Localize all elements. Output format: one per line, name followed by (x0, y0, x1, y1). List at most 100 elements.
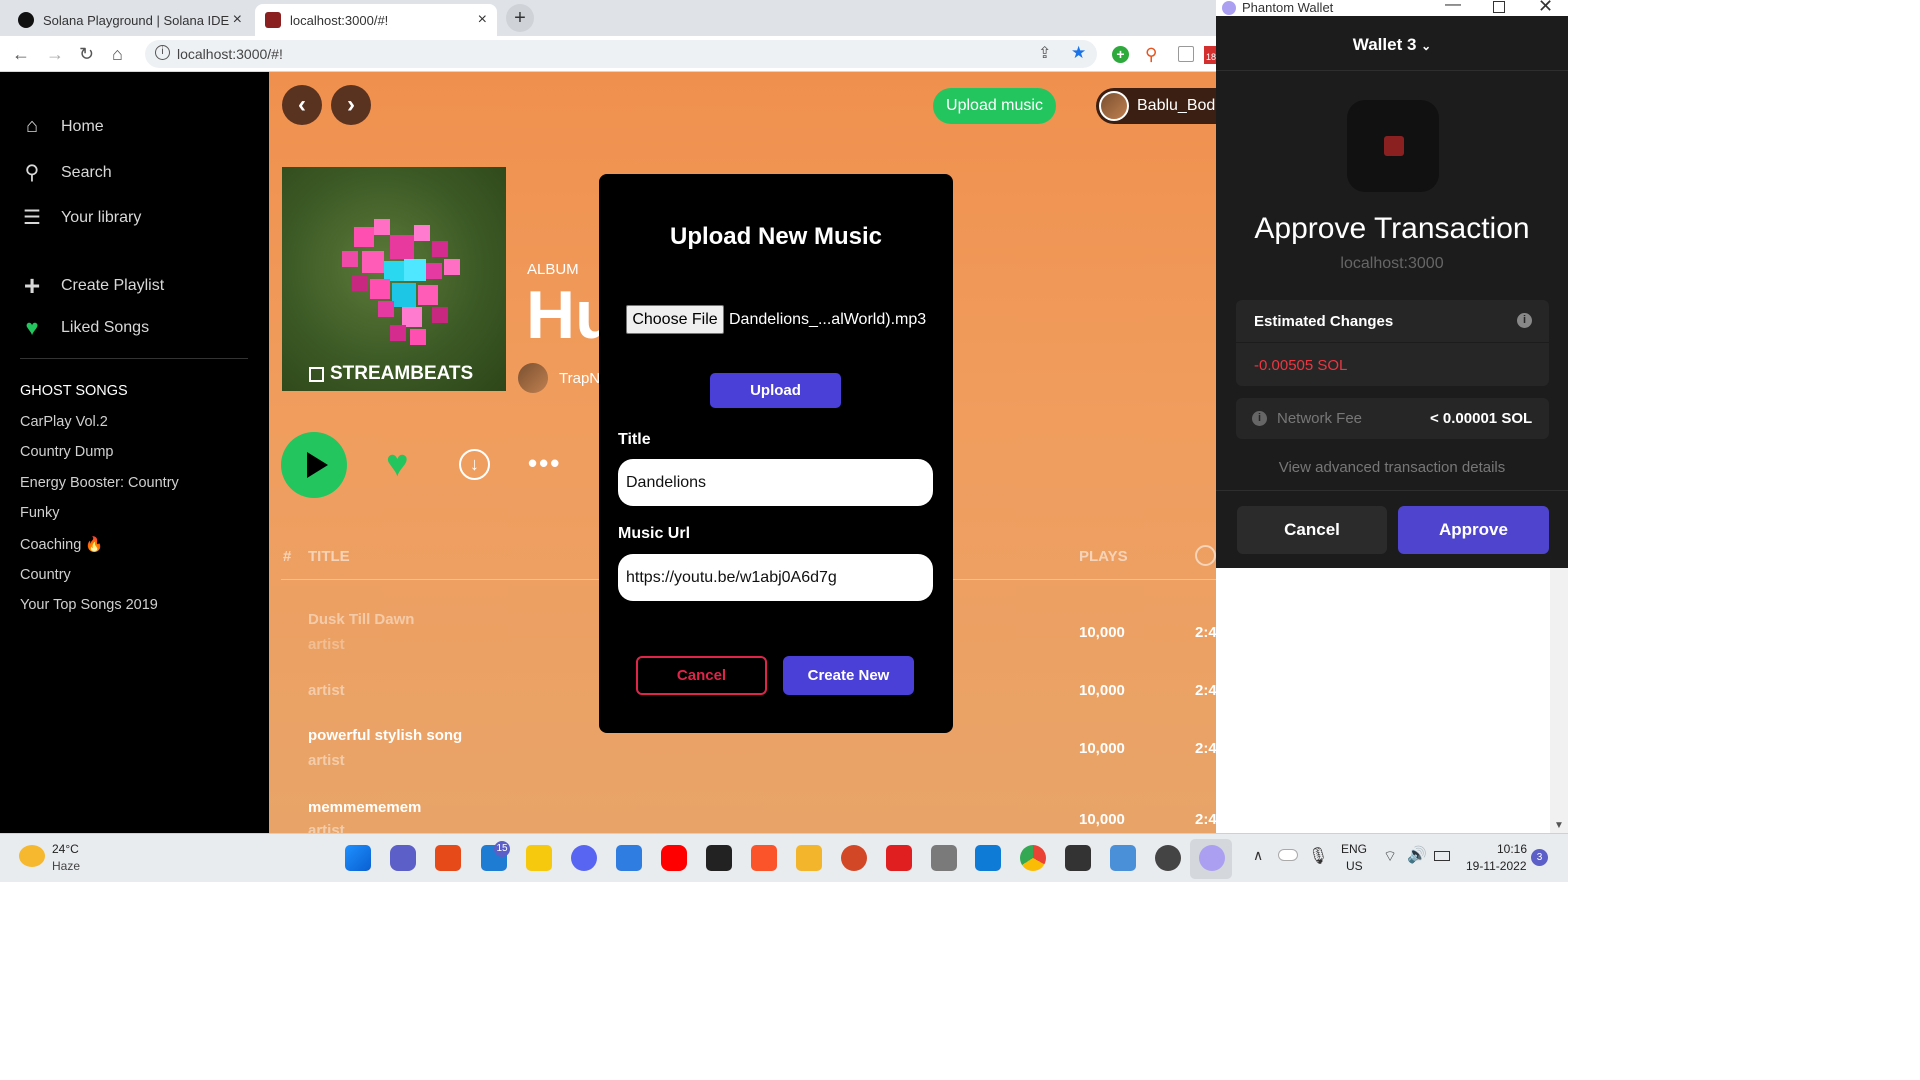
tab-solana-playground[interactable]: Solana Playground | Solana IDE × (8, 4, 252, 36)
acrobat-icon[interactable] (886, 845, 912, 871)
region[interactable]: US (1346, 859, 1363, 873)
music-url-input[interactable]: https://youtu.be/w1abj0A6d7g (618, 554, 933, 601)
calculator-icon[interactable] (931, 845, 957, 871)
scrollbar[interactable]: ▼ (1550, 568, 1568, 833)
vscode-icon[interactable] (975, 845, 1001, 871)
cancel-button[interactable]: Cancel (636, 656, 767, 695)
onedrive-icon[interactable] (1278, 849, 1298, 861)
title-input[interactable]: Dandelions (618, 459, 933, 506)
forward-button[interactable]: › (331, 85, 371, 125)
language[interactable]: ENG (1341, 842, 1367, 856)
new-tab-button[interactable]: + (506, 4, 534, 32)
close-icon[interactable]: × (233, 11, 242, 29)
song-artist: artist (308, 822, 345, 833)
terminal-icon[interactable] (706, 845, 732, 871)
clock-date[interactable]: 19-11-2022 (1466, 859, 1527, 873)
sidebar-item-library[interactable]: ☰ Your library (20, 205, 141, 230)
artist-name[interactable]: TrapN (559, 370, 600, 387)
obs-icon[interactable] (1155, 845, 1181, 871)
phantom-icon[interactable] (1199, 845, 1225, 871)
advanced-details-link[interactable]: View advanced transaction details (1216, 459, 1568, 476)
youtube-icon[interactable] (661, 845, 687, 871)
reload-icon[interactable]: ↻ (79, 44, 94, 65)
bookmark-star-icon[interactable]: ★ (1071, 43, 1086, 63)
wallet-selector[interactable]: Wallet 3 ⌄ (1216, 35, 1568, 55)
playlist-item[interactable]: Country Dump (20, 444, 113, 460)
playlist-item[interactable]: Funky (20, 505, 60, 521)
volume-icon[interactable]: 🔊 (1407, 845, 1427, 865)
create-playlist-button[interactable]: + Create Playlist (20, 270, 164, 302)
playlist-item[interactable]: Coaching 🔥 (20, 536, 103, 553)
wifi-icon[interactable]: ⌔ (1383, 847, 1397, 866)
powerpoint-icon[interactable] (841, 845, 867, 871)
sidebar-item-label: Search (61, 163, 112, 181)
maximize-icon[interactable] (1493, 1, 1505, 13)
office-icon[interactable] (435, 845, 461, 871)
song-duration: 2:43 (1195, 624, 1226, 641)
close-icon[interactable]: × (478, 11, 487, 29)
artist-avatar (518, 363, 548, 393)
close-icon[interactable]: ✕ (1538, 0, 1553, 17)
microphone-icon[interactable]: 🎙 (1308, 846, 1328, 866)
liked-songs-button[interactable]: ♥ Liked Songs (20, 315, 149, 341)
extension-icon[interactable] (1178, 46, 1194, 62)
address-input[interactable]: i localhost:3000/#! ⇪ ★ (145, 40, 1097, 68)
extension-icon[interactable]: ⚲ (1145, 45, 1157, 65)
download-icon[interactable]: ↓ (459, 449, 490, 480)
upload-button[interactable]: Upload (710, 373, 841, 408)
temperature: 24°C (52, 842, 79, 856)
minimize-icon[interactable]: — (1445, 0, 1461, 14)
playlist-item[interactable]: GHOST SONGS (20, 383, 128, 399)
battery-icon[interactable] (1434, 851, 1450, 861)
brave-icon[interactable] (751, 845, 777, 871)
command-prompt-icon[interactable] (1065, 845, 1091, 871)
user-menu[interactable]: Bablu_Bod (1096, 88, 1226, 124)
notepad-icon[interactable] (1110, 845, 1136, 871)
start-icon[interactable] (345, 845, 371, 871)
weather-icon[interactable] (19, 845, 45, 867)
chevron-down-icon: ⌄ (1421, 39, 1432, 53)
approve-button[interactable]: Approve (1398, 506, 1549, 554)
notification-badge[interactable]: 3 (1531, 849, 1548, 866)
info-icon[interactable]: i (1517, 313, 1532, 328)
discord-icon[interactable] (571, 845, 597, 871)
song-duration: 2:43 (1195, 740, 1226, 757)
estimated-changes-label: Estimated Changes (1254, 313, 1394, 330)
cancel-button[interactable]: Cancel (1237, 506, 1387, 554)
upload-music-button[interactable]: Upload music (933, 88, 1056, 124)
sidebar-item-search[interactable]: ⚲ Search (20, 160, 112, 185)
playlist-item[interactable]: Energy Booster: Country (20, 475, 179, 491)
forward-icon[interactable]: → (46, 44, 64, 65)
playlist-item[interactable]: Your Top Songs 2019 (20, 597, 158, 613)
choose-file-button[interactable]: Choose File (626, 305, 724, 334)
share-icon[interactable]: ⇪ (1038, 43, 1051, 63)
home-icon[interactable]: ⌂ (112, 44, 123, 65)
chevron-up-icon[interactable]: ∧ (1253, 847, 1263, 864)
chrome-icon[interactable] (1020, 845, 1046, 871)
back-button[interactable]: ‹ (282, 85, 322, 125)
song-plays: 10,000 (1079, 811, 1125, 828)
info-icon[interactable]: i (1252, 411, 1267, 426)
clock-time[interactable]: 10:16 (1497, 842, 1527, 856)
play-button[interactable] (281, 432, 347, 498)
heart-icon[interactable]: ♥ (386, 443, 409, 486)
divider (1236, 342, 1549, 343)
back-icon[interactable]: ← (12, 44, 30, 65)
table-row[interactable]: memmememem artist 10,000 2:43 (269, 795, 1216, 833)
song-title: Dusk Till Dawn (308, 611, 415, 628)
file-explorer-icon[interactable] (796, 845, 822, 871)
tab-localhost[interactable]: localhost:3000/#! × (255, 4, 497, 36)
network-fee-value: < 0.00001 SOL (1430, 410, 1533, 427)
table-header-title: TITLE (308, 548, 350, 565)
chat-icon[interactable] (390, 845, 416, 871)
calendar-icon[interactable] (616, 845, 642, 871)
plus-icon: + (23, 270, 41, 301)
create-new-button[interactable]: Create New (783, 656, 914, 695)
more-options-icon[interactable]: ••• (528, 448, 561, 479)
extension-plus-icon[interactable]: + (1112, 46, 1129, 63)
scroll-down-icon[interactable]: ▼ (1554, 820, 1564, 831)
playlist-item[interactable]: CarPlay Vol.2 (20, 414, 108, 430)
playlist-item[interactable]: Country (20, 567, 71, 583)
sticky-notes-icon[interactable] (526, 845, 552, 871)
sidebar-item-home[interactable]: ⌂ Home (20, 115, 104, 138)
